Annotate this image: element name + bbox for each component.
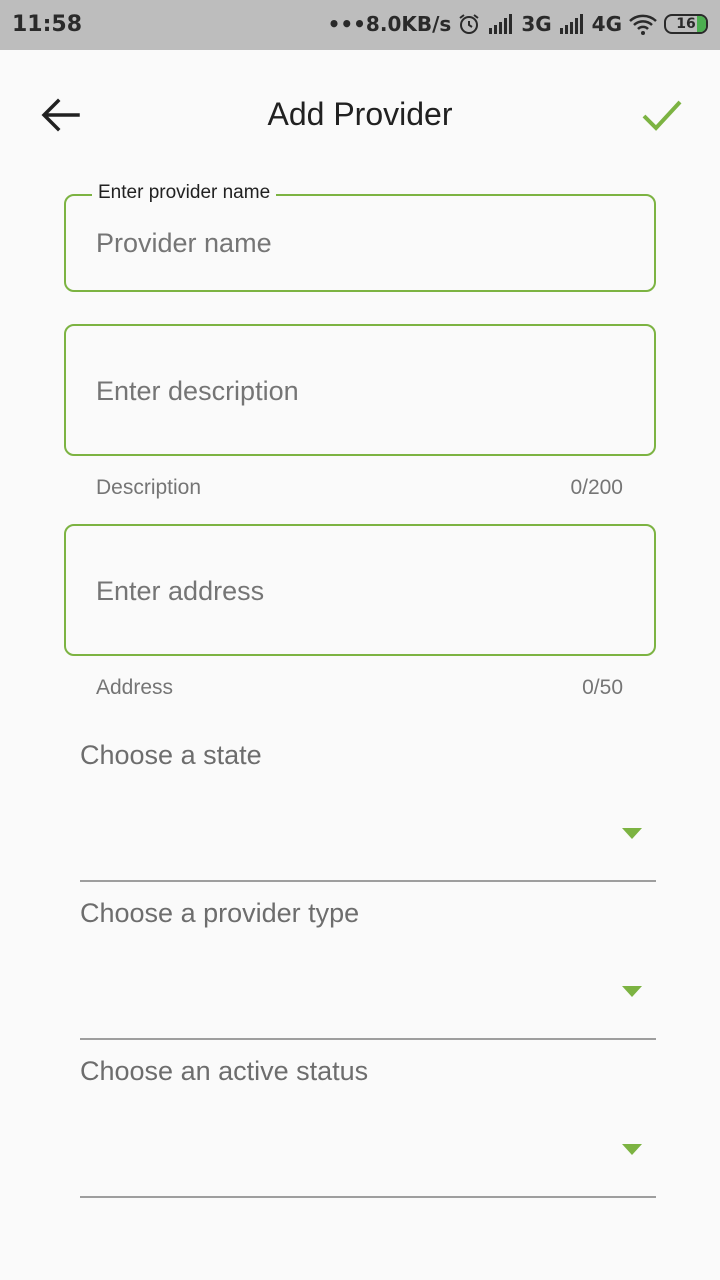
- dropdown-underline: [80, 1196, 656, 1198]
- provider-type-dropdown-label: Choose a provider type: [80, 898, 360, 928]
- dropdown-arrow-icon: [622, 986, 642, 997]
- address-field[interactable]: Enter address: [64, 524, 656, 656]
- status-bar: 11:58 •••8.0KB/s 3G 4G 16: [0, 0, 720, 50]
- address-helper: Address: [96, 676, 174, 699]
- toolbar: Add Provider: [0, 50, 720, 180]
- state-dropdown-label: Choose a state: [80, 740, 262, 770]
- dropdown-arrow-icon: [622, 1144, 642, 1155]
- address-placeholder: Enter address: [96, 576, 265, 606]
- signal-icon: [558, 14, 586, 34]
- wifi-icon: [628, 13, 658, 35]
- page-title: Add Provider: [267, 96, 453, 132]
- dropdown-underline: [80, 1038, 656, 1040]
- description-helper: Description: [96, 476, 202, 499]
- provider-name-field[interactable]: Enter provider name Provider name: [64, 182, 656, 292]
- network-speed: •••8.0KB/s: [327, 12, 452, 36]
- check-icon: [642, 100, 682, 131]
- provider-type-dropdown[interactable]: Choose a provider type: [80, 898, 656, 1040]
- provider-name-placeholder: Provider name: [96, 228, 272, 258]
- dropdown-arrow-icon: [622, 828, 642, 839]
- description-counter: 0/200: [570, 476, 623, 499]
- state-dropdown[interactable]: Choose a state: [80, 740, 656, 882]
- address-counter: 0/50: [582, 676, 623, 699]
- dropdown-underline: [80, 880, 656, 882]
- alarm-icon: [457, 12, 481, 36]
- description-placeholder: Enter description: [96, 376, 299, 406]
- status-icons: •••8.0KB/s 3G 4G 16: [328, 12, 708, 36]
- save-button[interactable]: [636, 94, 686, 136]
- network-type-3g: 3G: [521, 12, 552, 36]
- battery-icon: 16: [664, 14, 708, 34]
- provider-name-label: Enter provider name: [92, 182, 277, 204]
- description-field[interactable]: Enter description: [64, 324, 656, 456]
- network-type-4g: 4G: [591, 12, 622, 36]
- battery-level: 16: [676, 16, 696, 32]
- active-status-dropdown[interactable]: Choose an active status: [80, 1056, 656, 1198]
- signal-icon: [487, 14, 515, 34]
- active-status-dropdown-label: Choose an active status: [80, 1056, 369, 1086]
- status-time: 11:58: [12, 12, 83, 37]
